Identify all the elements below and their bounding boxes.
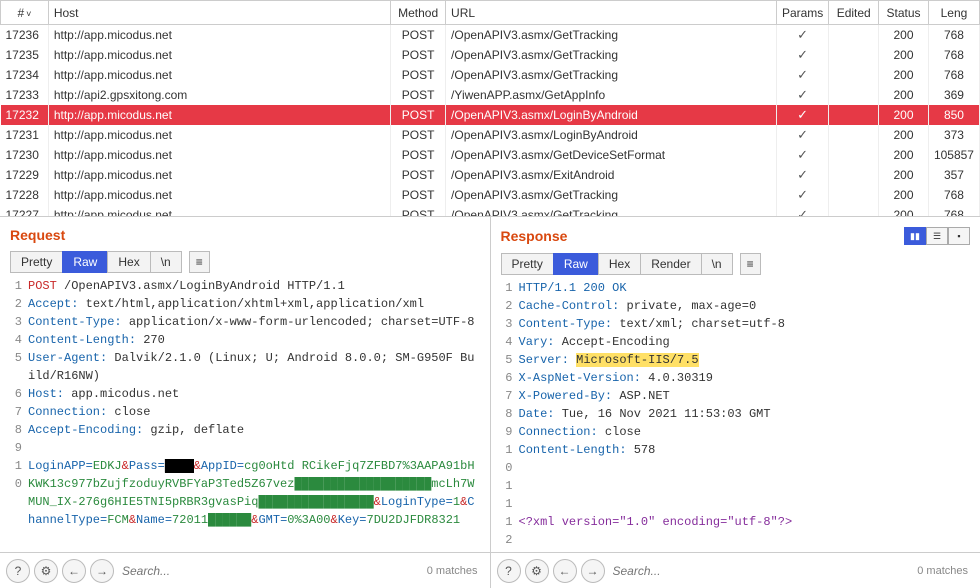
view-horizontal-icon[interactable]: ▮▮ (904, 227, 926, 245)
table-row[interactable]: 17230http://app.micodus.netPOST/OpenAPIV… (1, 145, 980, 165)
tab-newline[interactable]: \n (701, 253, 733, 275)
hamburger-icon[interactable]: ≡ (189, 251, 210, 273)
table-header-row[interactable]: #˅ Host Method URL Params Edited Status … (1, 1, 980, 25)
tab-render[interactable]: Render (640, 253, 701, 275)
response-body[interactable]: 1HTTP/1.1 200 OK2Cache-Control: private,… (501, 279, 971, 552)
hamburger-icon[interactable]: ≡ (740, 253, 761, 275)
tab-pretty[interactable]: Pretty (10, 251, 63, 273)
col-status[interactable]: Status (879, 1, 929, 25)
table-row[interactable]: 17236http://app.micodus.netPOST/OpenAPIV… (1, 25, 980, 46)
table-row[interactable]: 17235http://app.micodus.netPOST/OpenAPIV… (1, 45, 980, 65)
table-row[interactable]: 17227http://app.micodus.netPOST/OpenAPIV… (1, 205, 980, 217)
response-panel: Response ▮▮ ☰ ▪ Pretty Raw Hex Render \n… (491, 217, 980, 552)
back-icon[interactable]: ← (62, 559, 86, 583)
request-table[interactable]: #˅ Host Method URL Params Edited Status … (0, 0, 980, 217)
tab-hex[interactable]: Hex (107, 251, 150, 273)
request-body[interactable]: 1POST /OpenAPIV3.asmx/LoginByAndroid HTT… (10, 277, 480, 552)
footer: ? ⚙ ← → 0 matches ? ⚙ ← → 0 matches (0, 552, 980, 588)
gear-icon[interactable]: ⚙ (34, 559, 58, 583)
table-row[interactable]: 17231http://app.micodus.netPOST/OpenAPIV… (1, 125, 980, 145)
col-length[interactable]: Leng (928, 1, 979, 25)
request-panel: Request Pretty Raw Hex \n ≡ 1POST /OpenA… (0, 217, 491, 552)
help-icon[interactable]: ? (497, 559, 521, 583)
gear-icon[interactable]: ⚙ (525, 559, 549, 583)
table-row[interactable]: 17228http://app.micodus.netPOST/OpenAPIV… (1, 185, 980, 205)
table-row[interactable]: 17233http://api2.gpsxitong.comPOST/Yiwen… (1, 85, 980, 105)
col-num[interactable]: #˅ (1, 1, 49, 25)
view-single-icon[interactable]: ▪ (948, 227, 970, 245)
tab-pretty[interactable]: Pretty (501, 253, 554, 275)
tab-raw[interactable]: Raw (62, 251, 108, 273)
table-row[interactable]: 17229http://app.micodus.netPOST/OpenAPIV… (1, 165, 980, 185)
response-title: Response (501, 228, 568, 244)
col-host[interactable]: Host (48, 1, 390, 25)
forward-icon[interactable]: → (90, 559, 114, 583)
table-row[interactable]: 17234http://app.micodus.netPOST/OpenAPIV… (1, 65, 980, 85)
col-url[interactable]: URL (446, 1, 777, 25)
view-vertical-icon[interactable]: ☰ (926, 227, 948, 245)
tab-raw[interactable]: Raw (553, 253, 599, 275)
tab-hex[interactable]: Hex (598, 253, 641, 275)
col-edited[interactable]: Edited (829, 1, 879, 25)
col-method[interactable]: Method (391, 1, 446, 25)
search-input[interactable] (118, 560, 423, 582)
col-params[interactable]: Params (776, 1, 828, 25)
match-count: 0 matches (427, 565, 484, 577)
request-title: Request (10, 227, 65, 243)
match-count: 0 matches (917, 565, 974, 577)
table-row[interactable]: 17232http://app.micodus.netPOST/OpenAPIV… (1, 105, 980, 125)
forward-icon[interactable]: → (581, 559, 605, 583)
tab-newline[interactable]: \n (150, 251, 182, 273)
help-icon[interactable]: ? (6, 559, 30, 583)
search-input[interactable] (609, 560, 914, 582)
back-icon[interactable]: ← (553, 559, 577, 583)
